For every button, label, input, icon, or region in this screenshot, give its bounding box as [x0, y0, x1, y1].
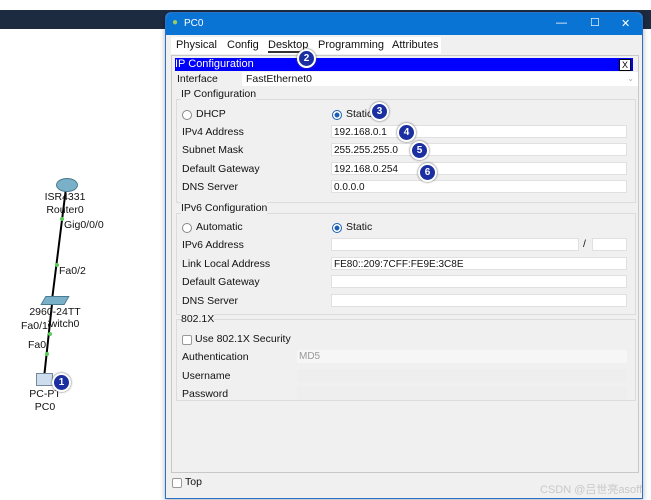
password-input[interactable]	[297, 387, 627, 400]
topology-links	[43, 187, 67, 379]
interface-value: FastEthernet0	[246, 73, 312, 85]
maximize-button[interactable]: ☐	[590, 16, 600, 29]
pc-icon[interactable]	[36, 373, 53, 386]
link-local-input[interactable]: FE80::209:7CFF:FE9E:3C8E	[331, 257, 627, 270]
pc-name: PC0	[34, 401, 56, 413]
top-label: Top	[185, 476, 202, 488]
switch-port-down-label: Fa0/1	[21, 320, 48, 332]
switch-port-up-label: Fa0/2	[59, 265, 86, 277]
router-port-label: Gig0/0/0	[64, 219, 104, 231]
ipv6-automatic-label: Automatic	[196, 221, 243, 233]
dns-server-input[interactable]: 0.0.0.0	[331, 180, 627, 193]
dns-server-label: DNS Server	[182, 181, 239, 193]
password-label: Password	[182, 388, 229, 400]
ipv6-dns-input[interactable]	[331, 294, 627, 307]
switch-model: 2960-24TT	[29, 306, 81, 318]
tab-programming[interactable]: Programming	[318, 39, 384, 51]
authentication-value: MD5	[299, 351, 321, 362]
link-local-label: Link Local Address	[182, 258, 271, 270]
title-bar[interactable]: ● PC0 — ☐ ✕	[166, 13, 642, 35]
interface-select[interactable]: FastEthernet0 ⌄	[242, 72, 638, 86]
dot1x-group-title: 802.1X	[181, 313, 215, 325]
step-marker-4: 4	[397, 123, 416, 142]
ipv6-gateway-label: Default Gateway	[182, 276, 260, 288]
close-button[interactable]: ✕	[621, 17, 630, 30]
ip-config-title: IP Configuration	[175, 58, 254, 70]
ipv4-address-input[interactable]: 192.168.0.1	[331, 125, 627, 138]
ip-config-header: IP Configuration X	[175, 58, 633, 71]
interface-label: Interface	[177, 73, 218, 85]
minimize-button[interactable]: —	[556, 17, 567, 29]
ipv6-prefix-input[interactable]	[592, 238, 627, 251]
link-status-dot	[48, 332, 52, 336]
ipv6-address-label: IPv6 Address	[182, 239, 244, 251]
authentication-select[interactable]: MD5	[297, 350, 627, 363]
prefix-separator: /	[583, 238, 586, 250]
tab-physical[interactable]: Physical	[176, 39, 217, 51]
pc-port-label: Fa0	[28, 339, 47, 351]
ip-config-close-button[interactable]: X	[619, 59, 631, 71]
dot1x-checkbox[interactable]	[182, 335, 192, 345]
static-radio[interactable]	[332, 110, 342, 120]
step-marker-1: 1	[52, 373, 71, 392]
ipv6-dns-label: DNS Server	[182, 295, 239, 307]
authentication-label: Authentication	[182, 351, 249, 363]
ipv6-static-radio[interactable]	[332, 223, 342, 233]
tab-config[interactable]: Config	[227, 39, 259, 51]
username-label: Username	[182, 370, 231, 382]
window-title: PC0	[184, 18, 204, 29]
pc0-window: ● PC0 — ☐ ✕ Physical Config Desktop Prog…	[165, 12, 643, 499]
watermark: CSDN @吕世亮asoff	[540, 484, 643, 496]
username-input[interactable]	[297, 369, 627, 382]
default-gateway-label: Default Gateway	[182, 163, 260, 175]
desktop-panel: IP Configuration X Interface FastEtherne…	[171, 55, 639, 473]
step-marker-3: 3	[370, 102, 389, 121]
step-marker-5: 5	[410, 141, 429, 160]
default-gateway-input[interactable]: 192.168.0.254	[331, 162, 627, 175]
link-status-dot	[45, 352, 49, 356]
router-name: Router0	[46, 204, 84, 216]
dot1x-label: Use 802.1X Security	[195, 333, 291, 345]
ipv6-gateway-input[interactable]	[331, 275, 627, 288]
static-label: Static	[346, 108, 373, 120]
top-checkbox[interactable]	[172, 478, 182, 488]
step-marker-6: 6	[418, 163, 437, 182]
chevron-down-icon: ⌄	[627, 74, 634, 83]
tab-attributes[interactable]: Attributes	[392, 39, 438, 51]
ipv6-group-title: IPv6 Configuration	[181, 202, 268, 214]
ipv4-group-title: IP Configuration	[181, 88, 257, 100]
ipv6-automatic-radio[interactable]	[182, 223, 192, 233]
subnet-mask-label: Subnet Mask	[182, 144, 244, 156]
app-icon: ●	[172, 17, 179, 28]
step-marker-2: 2	[297, 49, 316, 68]
ipv6-static-label: Static	[346, 221, 373, 233]
subnet-mask-input[interactable]: 255.255.255.0	[331, 143, 627, 156]
dhcp-radio[interactable]	[182, 110, 192, 120]
router-model: ISR4331	[44, 191, 86, 203]
router-icon[interactable]	[56, 178, 78, 192]
ipv6-address-input[interactable]	[331, 238, 579, 251]
dhcp-label: DHCP	[196, 108, 226, 120]
ipv4-address-label: IPv4 Address	[182, 126, 244, 138]
